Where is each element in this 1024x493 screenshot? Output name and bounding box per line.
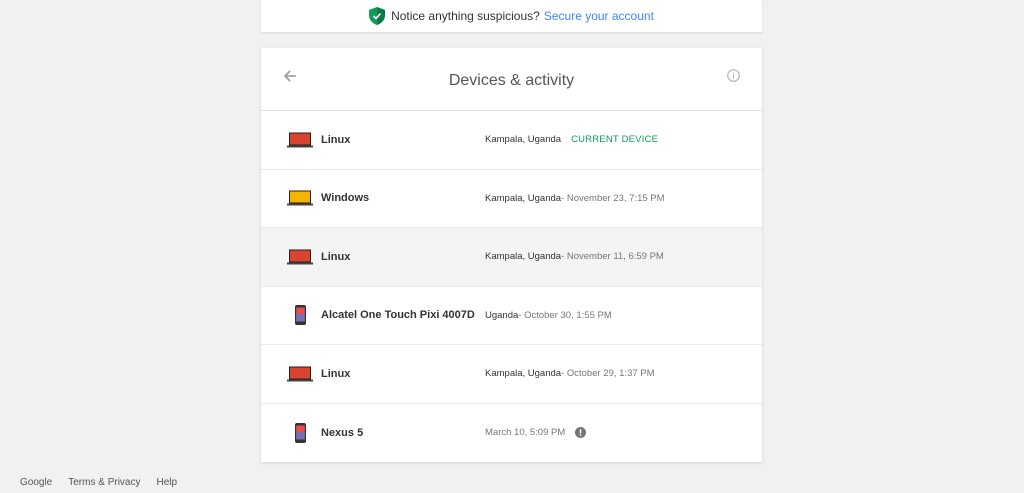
smartphone-icon [295, 422, 306, 443]
device-activity: Uganda - October 30, 1:55 PM [485, 310, 612, 321]
laptop-icon [287, 190, 313, 206]
current-device-badge: CURRENT DEVICE [571, 134, 659, 146]
shield-icon [369, 7, 386, 25]
device-last-seen: March 10, 5:09 PM [485, 427, 566, 439]
device-activity: Kampala, Uganda - November 23, 7:15 PM [485, 193, 665, 204]
devices-activity-card: Devices & activity Linux Kampala, Uganda… [261, 48, 762, 462]
device-activity: Kampala, Uganda - November 11, 6:59 PM [485, 251, 664, 262]
device-row[interactable]: Linux Kampala, Uganda - October 29, 1:37… [261, 345, 762, 404]
secure-account-link[interactable]: Secure your account [544, 9, 654, 23]
device-row[interactable]: Nexus 5 March 10, 5:09 PM [261, 404, 762, 463]
device-location: Kampala, Uganda [485, 134, 562, 146]
notice-text: Notice anything suspicious? [391, 9, 540, 23]
device-name: Linux [321, 250, 351, 263]
device-list: Linux Kampala, Uganda CURRENT DEVICE Win… [261, 111, 762, 462]
footer: Google Terms & Privacy Help [20, 477, 177, 488]
info-icon[interactable] [726, 68, 740, 82]
device-location: Uganda [485, 309, 519, 321]
device-activity: March 10, 5:09 PM [485, 427, 587, 439]
device-activity: Kampala, Uganda CURRENT DEVICE [485, 134, 658, 145]
device-location: Kampala, Uganda [485, 192, 562, 204]
footer-link-help[interactable]: Help [156, 477, 177, 488]
device-last-seen: - November 11, 6:59 PM [561, 251, 664, 263]
device-location: Kampala, Uganda [485, 368, 562, 380]
device-name: Nexus 5 [321, 426, 364, 439]
security-notice-banner: Notice anything suspicious? Secure your … [261, 0, 762, 32]
page-title: Devices & activity [448, 72, 575, 89]
laptop-icon [287, 366, 313, 382]
device-name: Linux [321, 367, 351, 380]
device-last-seen: - October 30, 1:55 PM [518, 309, 612, 321]
laptop-icon [287, 132, 313, 148]
device-name: Linux [321, 133, 351, 146]
device-activity: Kampala, Uganda - October 29, 1:37 PM [485, 368, 655, 379]
device-last-seen: - October 29, 1:37 PM [561, 368, 655, 380]
arrow-back-icon[interactable] [281, 67, 299, 85]
footer-link-terms-privacy[interactable]: Terms & Privacy [68, 477, 140, 488]
device-name: Alcatel One Touch Pixi 4007D [321, 309, 475, 322]
device-row[interactable]: Linux Kampala, Uganda - November 11, 6:5… [261, 228, 762, 287]
device-row[interactable]: Linux Kampala, Uganda CURRENT DEVICE [261, 111, 762, 170]
device-location: Kampala, Uganda [485, 251, 562, 263]
device-row[interactable]: Alcatel One Touch Pixi 4007D Uganda - Oc… [261, 287, 762, 345]
device-name: Windows [321, 192, 370, 205]
device-row[interactable]: Windows Kampala, Uganda - November 23, 7… [261, 170, 762, 228]
smartphone-icon [295, 305, 306, 326]
card-header: Devices & activity [261, 48, 762, 111]
footer-link-google[interactable]: Google [20, 477, 52, 488]
laptop-icon [287, 249, 313, 265]
alert-icon[interactable] [575, 427, 587, 439]
device-last-seen: - November 23, 7:15 PM [561, 192, 665, 204]
